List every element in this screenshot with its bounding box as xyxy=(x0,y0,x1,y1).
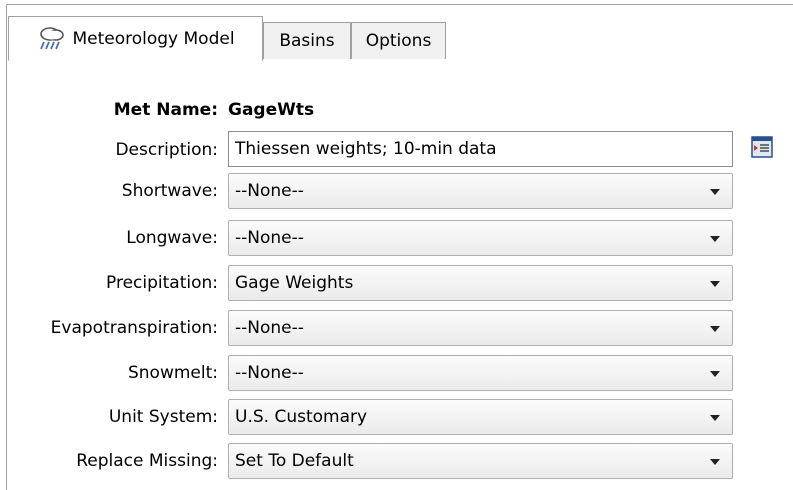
replace-missing-value: Set To Default xyxy=(235,451,354,471)
unit-system-value: U.S. Customary xyxy=(235,407,368,427)
edit-description-button[interactable] xyxy=(751,136,773,158)
edit-description-icon xyxy=(751,136,773,163)
replace-missing-select[interactable]: Set To Default xyxy=(228,443,733,479)
unit-system-select[interactable]: U.S. Customary xyxy=(228,399,733,435)
meteorology-model-panel: Met Name: GageWts Description: Thiessen … xyxy=(8,60,793,489)
met-name-label: Met Name: xyxy=(113,100,218,120)
tab-label: Meteorology Model xyxy=(72,28,235,49)
description-value: Thiessen weights; 10-min data xyxy=(235,139,497,159)
precipitation-label: Precipitation: xyxy=(106,273,218,293)
shortwave-label: Shortwave: xyxy=(121,181,218,201)
chevron-down-icon xyxy=(710,236,720,242)
unit-system-label: Unit System: xyxy=(108,407,218,427)
chevron-down-icon xyxy=(710,189,720,195)
tab-meteorology-model[interactable]: Meteorology Model xyxy=(8,16,263,61)
description-input[interactable]: Thiessen weights; 10-min data xyxy=(228,131,733,167)
precipitation-value: Gage Weights xyxy=(235,273,354,293)
chevron-down-icon xyxy=(710,371,720,377)
tab-options[interactable]: Options xyxy=(351,22,446,59)
evapotranspiration-select[interactable]: --None-- xyxy=(228,310,733,346)
shortwave-select[interactable]: --None-- xyxy=(228,173,733,209)
snowmelt-select[interactable]: --None-- xyxy=(228,355,733,391)
chevron-down-icon xyxy=(710,415,720,421)
replace-missing-label: Replace Missing: xyxy=(76,451,218,471)
description-label: Description: xyxy=(115,140,218,160)
longwave-select[interactable]: --None-- xyxy=(228,220,733,256)
tab-basins[interactable]: Basins xyxy=(263,22,351,59)
chevron-down-icon xyxy=(710,326,720,332)
tab-label: Basins xyxy=(279,31,335,51)
chevron-down-icon xyxy=(710,459,720,465)
snowmelt-value: --None-- xyxy=(235,363,304,383)
longwave-label: Longwave: xyxy=(126,228,218,248)
chevron-down-icon xyxy=(710,281,720,287)
evapotranspiration-label: Evapotranspiration: xyxy=(50,318,218,338)
snowmelt-label: Snowmelt: xyxy=(127,363,218,383)
shortwave-value: --None-- xyxy=(235,181,304,201)
tab-bar: Meteorology Model Basins Options xyxy=(8,0,793,61)
precipitation-select[interactable]: Gage Weights xyxy=(228,265,733,301)
met-name-value: GageWts xyxy=(228,100,315,120)
longwave-value: --None-- xyxy=(235,228,304,248)
tab-label: Options xyxy=(365,31,432,51)
evapotranspiration-value: --None-- xyxy=(235,318,304,338)
cloud-rain-icon xyxy=(36,23,68,55)
